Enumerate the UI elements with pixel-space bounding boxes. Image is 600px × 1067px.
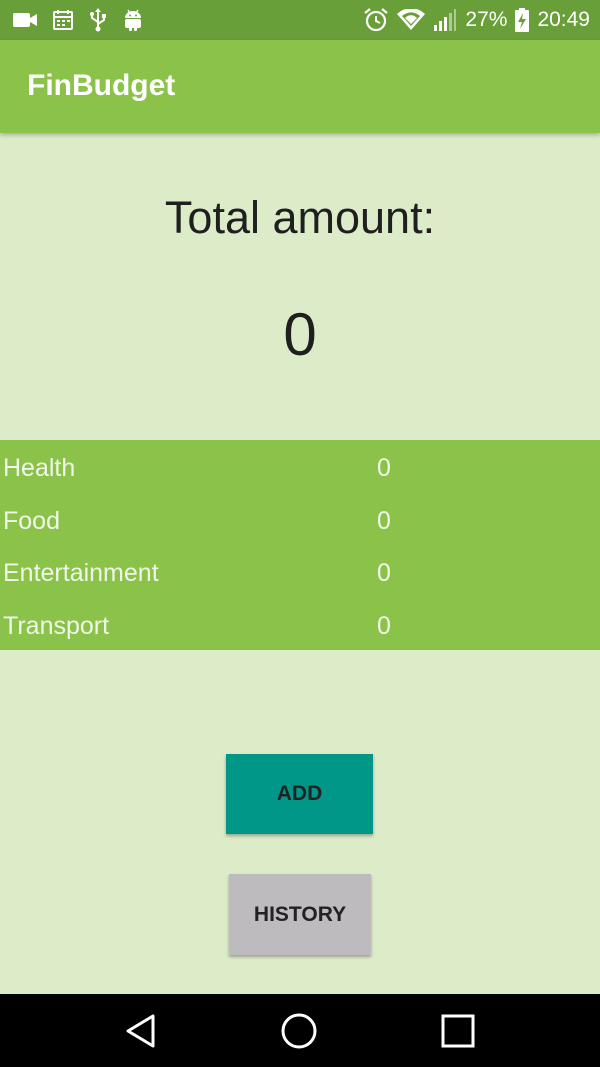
app-screen: 27% 20:49 FinBudget Total amount: 0 Heal… bbox=[0, 0, 600, 1067]
calendar-icon bbox=[52, 9, 74, 31]
category-row-entertainment: Entertainment 0 bbox=[0, 547, 600, 599]
total-amount-value: 0 bbox=[283, 301, 317, 368]
home-icon[interactable] bbox=[276, 1008, 322, 1054]
video-camera-icon bbox=[12, 10, 38, 30]
battery-charging-icon bbox=[515, 8, 530, 32]
category-row-health: Health 0 bbox=[0, 442, 600, 494]
back-icon[interactable] bbox=[118, 1008, 164, 1054]
add-button[interactable]: ADD bbox=[226, 754, 373, 834]
recents-icon[interactable] bbox=[435, 1008, 481, 1054]
total-amount-label: Total amount: bbox=[164, 192, 436, 243]
category-row-food: Food 0 bbox=[0, 495, 600, 547]
battery-percent: 27% bbox=[465, 8, 508, 31]
category-value: 0 bbox=[377, 507, 391, 535]
category-value: 0 bbox=[377, 612, 391, 640]
category-name: Health bbox=[3, 454, 76, 482]
status-system: 27% 20:49 bbox=[363, 6, 590, 34]
app-title: FinBudget bbox=[27, 69, 176, 102]
status-notifications bbox=[12, 6, 144, 34]
status-bar: 27% 20:49 bbox=[0, 0, 600, 40]
wifi-icon bbox=[397, 9, 426, 31]
signal-icon bbox=[433, 8, 457, 32]
alarm-icon bbox=[363, 7, 389, 33]
category-list: Health 0 Food 0 Entertainment 0 Transpor… bbox=[0, 440, 600, 650]
usb-icon bbox=[88, 8, 108, 32]
navigation-bar bbox=[0, 994, 600, 1067]
category-name: Transport bbox=[3, 612, 110, 640]
app-bar: FinBudget bbox=[0, 40, 600, 133]
category-name: Entertainment bbox=[3, 559, 159, 587]
category-value: 0 bbox=[377, 454, 391, 482]
history-button[interactable]: HISTORY bbox=[229, 874, 371, 955]
category-value: 0 bbox=[377, 559, 391, 587]
android-icon bbox=[122, 8, 144, 32]
status-time: 20:49 bbox=[537, 8, 590, 31]
category-row-transport: Transport 0 bbox=[0, 600, 600, 652]
category-name: Food bbox=[3, 507, 60, 535]
